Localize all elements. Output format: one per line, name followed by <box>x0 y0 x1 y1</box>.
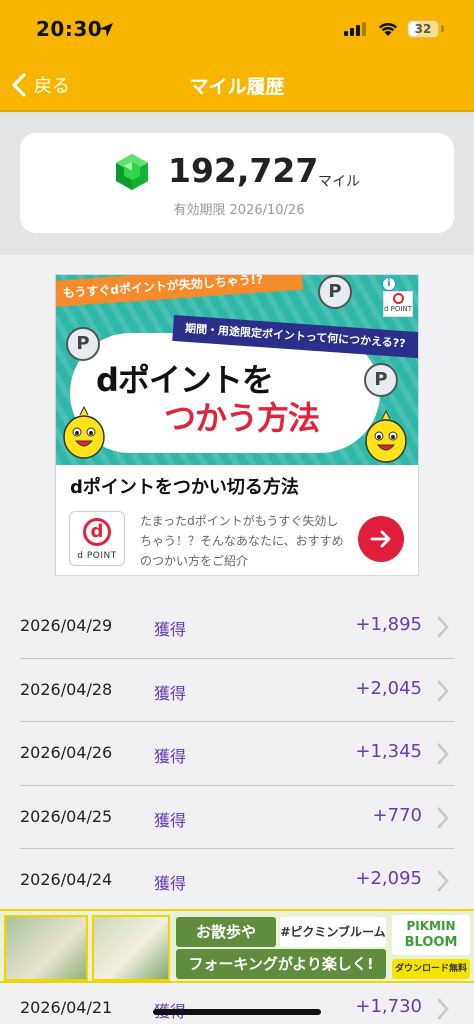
chevron-right-icon <box>437 871 449 892</box>
mile-balance: 192,727 <box>168 151 319 190</box>
chevron-right-icon <box>437 743 449 765</box>
chevron-right-icon <box>437 616 449 638</box>
status-bar: 20:30 32 <box>0 0 474 56</box>
history-date: 2026/04/21 <box>20 997 113 1017</box>
dpoint-small-logo-text: d POINT <box>384 305 412 313</box>
battery-tip <box>441 25 444 32</box>
history-date: 2026/04/29 <box>20 616 113 635</box>
page-title: マイル履歴 <box>189 76 285 98</box>
dpoint-logo: d d POINT <box>69 511 125 566</box>
mile-unit: マイル <box>318 174 360 190</box>
battery-percent: 32 <box>414 22 432 36</box>
history-amount: +770 <box>372 804 422 826</box>
poinko-bird-icon <box>63 405 105 459</box>
status-time: 20:30 <box>36 17 103 41</box>
history-type: 獲得 <box>154 874 187 894</box>
dpoint-logo-text: d POINT <box>77 551 117 561</box>
balance-card: 192,727 マイル 有効期限 2026/10/26 <box>20 133 454 233</box>
pikmin-bloom-logo: PIKMIN BLOOM <box>392 915 470 955</box>
history-type: 獲得 <box>154 810 187 830</box>
history-row[interactable]: 2026/04/26 獲得 +1,345 <box>0 722 474 786</box>
chevron-right-icon <box>437 807 449 829</box>
history-type: 獲得 <box>154 747 187 767</box>
history-row[interactable]: 2026/04/21獲得+1,730 <box>0 977 474 1024</box>
header-bar: 20:30 32 戻る マイル履歴 <box>0 0 474 112</box>
ad-photo-couple <box>4 915 88 981</box>
emerald-gem-icon <box>116 154 148 190</box>
dpoint-ad[interactable]: もうすぐdポイントが失効しちゃう!? 期間・用途限定ポイントって何につかえる??… <box>55 274 419 576</box>
ad-section: もうすぐdポイントが失効しちゃう!? 期間・用途限定ポイントって何につかえる??… <box>0 255 474 595</box>
home-indicator <box>153 1009 321 1015</box>
chevron-right-icon <box>437 680 449 701</box>
point-badge-icon: P <box>364 363 398 397</box>
history-row[interactable]: 2026/04/28 獲得 +2,045 <box>0 659 474 723</box>
expiry-label: 有効期限 <box>173 203 226 218</box>
history-type: 獲得 <box>154 683 187 703</box>
dpoint-small-logo: d POINT <box>383 291 413 317</box>
bottom-ad-line1: お散歩や <box>176 917 276 947</box>
ad-description: たまったdポイントがもうすぐ失効しちゃう！？そんなあなたに、おすすめのつかい方を… <box>140 514 344 568</box>
history-amount: +1,895 <box>355 614 422 635</box>
ad-photo-walker <box>92 915 170 981</box>
ad-headline-line2: つかう方法 <box>164 399 320 437</box>
point-badge-icon: P <box>66 327 100 361</box>
ad-open-button[interactable] <box>358 516 404 562</box>
dpoint-ring-icon <box>393 293 404 304</box>
bottom-ad-line2: フォーキングがより楽しく! <box>176 949 386 979</box>
history-amount: +2,045 <box>355 677 422 699</box>
history-date: 2026/04/24 <box>20 870 113 890</box>
chevron-right-icon <box>437 998 449 1019</box>
summary-section: 192,727 マイル 有効期限 2026/10/26 <box>0 113 474 255</box>
history-date: 2026/04/26 <box>20 743 113 763</box>
navigation-bar: 戻る マイル履歴 <box>0 60 474 110</box>
history-amount: +1,345 <box>355 741 422 763</box>
history-date: 2026/04/25 <box>20 806 113 826</box>
history-row[interactable]: 2026/04/29 獲得 +1,895 <box>0 595 474 659</box>
pikmin-logo-line1: PIKMIN <box>406 919 456 933</box>
bottom-banner-ad[interactable]: お散歩や #ピクミンブルーム フォーキングがより楽しく! PIKMIN BLOO… <box>0 909 474 983</box>
ad-info-icon[interactable]: i <box>382 277 396 291</box>
history-type: 獲得 <box>154 620 187 639</box>
history-amount: +2,095 <box>355 868 422 890</box>
location-arrow-icon <box>99 23 113 37</box>
expiry-date: 2026/10/26 <box>229 203 305 218</box>
battery-icon: 32 <box>407 20 439 38</box>
history-date: 2026/04/28 <box>20 679 113 699</box>
history-row[interactable]: 2026/04/25 獲得 +770 <box>0 786 474 850</box>
bottom-ad-hashtag: #ピクミンブルーム <box>280 917 386 947</box>
history-amount: +1,730 <box>355 995 422 1017</box>
ad-title[interactable]: dポイントをつかい切る方法 <box>70 473 299 499</box>
poinko-bird-icon <box>365 409 407 463</box>
arrow-right-icon <box>370 530 391 548</box>
wifi-icon <box>379 22 397 36</box>
dpoint-logo-letter: d <box>83 518 111 546</box>
pikmin-logo-line2: BLOOM <box>404 935 458 950</box>
expiry-info: 有効期限 2026/10/26 <box>20 199 454 218</box>
history-row[interactable]: 2026/04/24 獲得 +2,095 <box>0 849 474 913</box>
download-free-badge[interactable]: ダウンロード無料 <box>392 959 470 979</box>
ad-banner-image[interactable]: もうすぐdポイントが失効しちゃう!? 期間・用途限定ポイントって何につかえる??… <box>56 275 418 465</box>
point-badge-icon: P <box>318 275 352 309</box>
cellular-signal-icon <box>344 22 366 36</box>
